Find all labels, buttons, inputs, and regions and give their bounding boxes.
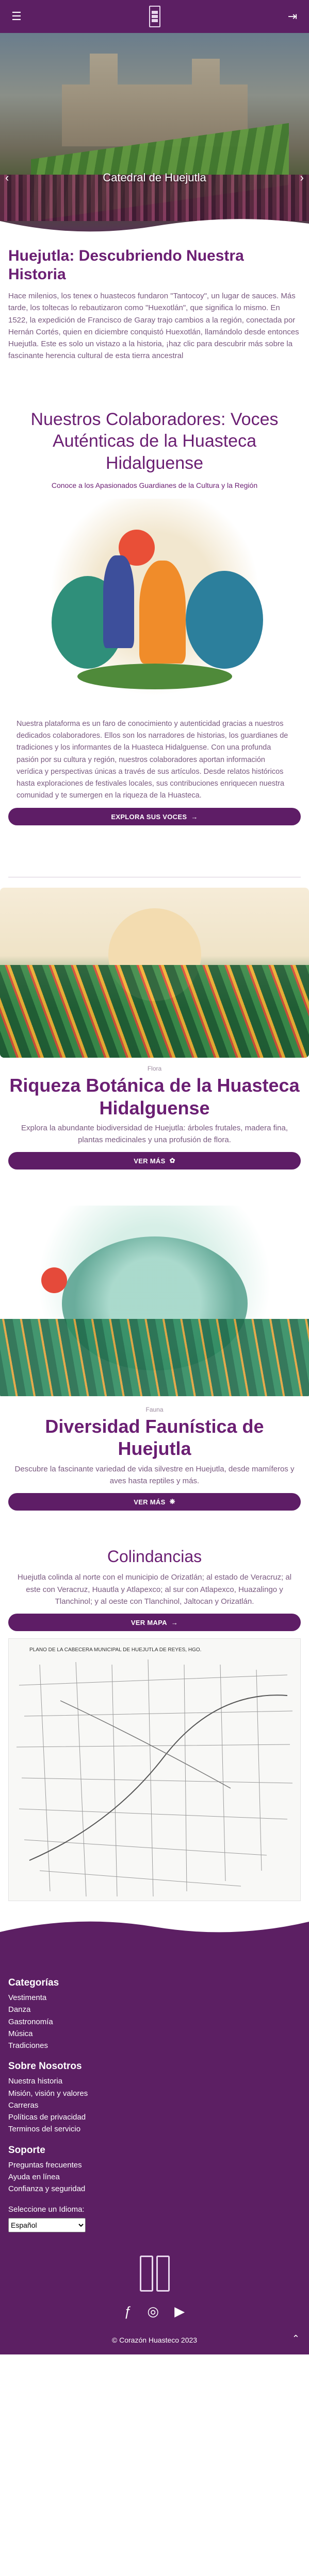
youtube-icon[interactable]: ▶ bbox=[174, 2303, 185, 2319]
flora-tag: Flora bbox=[147, 1065, 162, 1073]
carousel-next-button[interactable]: › bbox=[300, 171, 304, 184]
footer-link-musica[interactable]: Música bbox=[8, 2028, 301, 2040]
login-icon[interactable]: ⇥ bbox=[285, 9, 300, 24]
footer-wave bbox=[0, 1921, 309, 1943]
history-title: Huejutla: Descubriendo Nuestra Historia bbox=[8, 247, 244, 283]
collaborators-title: Nuestros Colaboradores: Voces Auténticas… bbox=[30, 409, 279, 473]
footer-link-vestimenta[interactable]: Vestimenta bbox=[8, 1992, 301, 2004]
arrow-right-icon: → bbox=[191, 812, 198, 821]
colindancias-section: Colindancias Huejutla colinda al norte c… bbox=[0, 1547, 309, 1902]
footer-link-history[interactable]: Nuestra historia bbox=[8, 2075, 301, 2087]
hero-wave bbox=[0, 219, 309, 242]
flora-title: Riqueza Botánica de la Huasteca Hidalgue… bbox=[9, 1075, 300, 1118]
view-map-label: VER MAPA bbox=[131, 1618, 167, 1626]
about-list: Nuestra historia Misión, visión y valore… bbox=[8, 2075, 301, 2135]
fauna-illustration bbox=[0, 1206, 309, 1399]
site-footer: Categorías Vestimenta Danza Gastronomía … bbox=[0, 1921, 309, 2355]
copyright-text: © Corazón Huasteco 2023 bbox=[111, 2336, 198, 2345]
cathedral-image bbox=[62, 54, 248, 146]
fauna-more-button[interactable]: VER MÁS ❋ bbox=[8, 1493, 301, 1511]
footer-link-careers[interactable]: Carreras bbox=[8, 2099, 301, 2111]
hero-carousel: ‹ Catedral de Huejutla › bbox=[0, 33, 309, 242]
footer-link-faq[interactable]: Preguntas frecuentes bbox=[8, 2159, 301, 2171]
fauna-text: Descubre la fascinante variedad de vida … bbox=[14, 1464, 295, 1485]
footer-link-trust[interactable]: Confianza y seguridad bbox=[8, 2183, 301, 2195]
language-select[interactable]: Español bbox=[8, 2218, 86, 2233]
menu-icon[interactable]: ☰ bbox=[9, 9, 24, 24]
footer-link-privacy[interactable]: Políticas de privacidad bbox=[8, 2111, 301, 2123]
arrow-right-icon: → bbox=[171, 1618, 178, 1626]
collaborators-subtitle: Conoce a los Apasionados Guardianes de l… bbox=[51, 481, 258, 489]
flora-more-label: VER MÁS bbox=[134, 1157, 166, 1165]
flora-section: Flora Riqueza Botánica de la Huasteca Hi… bbox=[0, 888, 309, 1170]
dancers-illustration bbox=[30, 499, 279, 705]
paw-icon: ❋ bbox=[169, 1498, 175, 1506]
fauna-more-label: VER MÁS bbox=[134, 1498, 166, 1506]
site-logo[interactable] bbox=[149, 6, 160, 27]
footer-link-tradiciones[interactable]: Tradiciones bbox=[8, 2040, 301, 2052]
municipal-map[interactable]: PLANO DE LA CABECERA MUNICIPAL DE HUEJUT… bbox=[8, 1638, 301, 1902]
fauna-tag: Fauna bbox=[145, 1406, 164, 1414]
footer-link-terms[interactable]: Terminos del servicio bbox=[8, 2123, 301, 2135]
flora-text: Explora la abundante biodiversidad de Hu… bbox=[21, 1123, 288, 1144]
categories-heading: Categorías bbox=[8, 1977, 59, 1989]
support-list: Preguntas frecuentes Ayuda en línea Conf… bbox=[8, 2159, 301, 2195]
collaborators-text: Nuestra plataforma es un faro de conocim… bbox=[17, 720, 288, 800]
colindancias-title: Colindancias bbox=[107, 1547, 202, 1566]
flora-illustration bbox=[0, 888, 309, 1058]
explore-voices-button[interactable]: EXPLORA SUS VOCES → bbox=[8, 808, 301, 826]
facebook-icon[interactable]: ƒ bbox=[124, 2303, 132, 2319]
view-map-button[interactable]: VER MAPA → bbox=[8, 1614, 301, 1632]
history-section: Huejutla: Descubriendo Nuestra Historia … bbox=[0, 247, 309, 362]
about-heading: Sobre Nosotros bbox=[8, 2061, 82, 2072]
carousel-caption: Catedral de Huejutla bbox=[103, 171, 206, 184]
footer-link-gastronomia[interactable]: Gastronomía bbox=[8, 2016, 301, 2028]
flora-more-button[interactable]: VER MÁS ✿ bbox=[8, 1152, 301, 1170]
fauna-section: Fauna Diversidad Faunística de Huejutla … bbox=[0, 1206, 309, 1511]
support-heading: Soporte bbox=[8, 2144, 45, 2156]
social-links: ƒ ◎ ▶ bbox=[8, 2303, 301, 2319]
map-title: PLANO DE LA CABECERA MUNICIPAL DE HUEJUT… bbox=[29, 1647, 202, 1653]
colindancias-text: Huejutla colinda al norte con el municip… bbox=[17, 1573, 292, 1606]
footer-link-danza[interactable]: Danza bbox=[8, 2004, 301, 2015]
top-bar: ☰ ⇥ bbox=[0, 0, 309, 33]
footer-link-mission[interactable]: Misión, visión y valores bbox=[8, 2088, 301, 2099]
instagram-icon[interactable]: ◎ bbox=[147, 2303, 159, 2319]
language-label: Seleccione un Idioma: bbox=[8, 2205, 85, 2214]
fauna-title: Diversidad Faunística de Huejutla bbox=[45, 1416, 264, 1460]
sprout-icon: ✿ bbox=[169, 1157, 175, 1165]
footer-logo bbox=[137, 2253, 173, 2294]
history-text: Hace milenios, los teneк o huastecos fun… bbox=[8, 292, 299, 361]
scroll-top-icon[interactable]: ⌃ bbox=[292, 2333, 300, 2344]
map-streets bbox=[16, 1659, 293, 1897]
footer-link-help[interactable]: Ayuda en línea bbox=[8, 2171, 301, 2183]
categories-list: Vestimenta Danza Gastronomía Música Trad… bbox=[8, 1992, 301, 2052]
collaborators-section: Nuestros Colaboradores: Voces Auténticas… bbox=[0, 409, 309, 802]
explore-voices-label: EXPLORA SUS VOCES bbox=[111, 812, 187, 821]
